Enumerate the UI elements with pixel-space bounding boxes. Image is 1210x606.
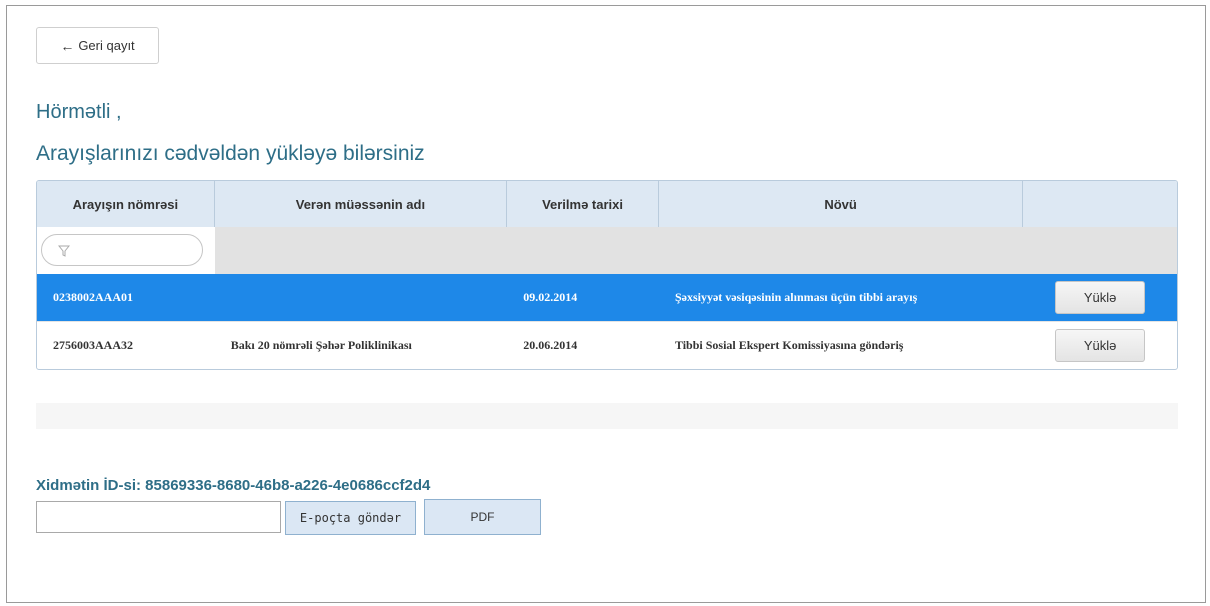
greeting-title: Hörmətli , bbox=[36, 101, 122, 123]
cell-action: Yüklə bbox=[1023, 322, 1177, 368]
table-header: Arayışın nömrəsi Verən müəssənin adı Ver… bbox=[37, 181, 1177, 227]
column-header-type[interactable]: Növü bbox=[659, 181, 1024, 227]
number-filter-input[interactable] bbox=[41, 234, 203, 266]
service-id-label: Xidmətin İD-si: 85869336-8680-46b8-a226-… bbox=[36, 477, 431, 494]
download-button[interactable]: Yüklə bbox=[1055, 328, 1146, 362]
table-row[interactable]: 0238002AAA01 09.02.2014 Şəxsiyyət vəsiqə… bbox=[37, 274, 1177, 321]
table-row[interactable]: 2756003AAA32 Bakı 20 nömrəli Şəhər Polik… bbox=[37, 321, 1177, 368]
documents-table: Arayışın nömrəsi Verən müəssənin adı Ver… bbox=[36, 180, 1178, 370]
cell-number: 2756003AAA32 bbox=[53, 337, 133, 352]
cell-date: 09.02.2014 bbox=[523, 290, 578, 304]
column-header-issuer[interactable]: Verən müəssənin adı bbox=[215, 181, 508, 227]
cell-action: Yüklə bbox=[1023, 274, 1177, 321]
table-pager bbox=[36, 403, 1178, 429]
email-input[interactable] bbox=[36, 501, 281, 533]
page-subtitle: Arayışlarınızı cədvəldən yükləyə bilərsi… bbox=[36, 142, 425, 165]
send-email-button[interactable]: E-poçta göndər bbox=[285, 501, 416, 535]
cell-number: 0238002AAA01 bbox=[53, 290, 133, 304]
cell-type: Şəxsiyyət vəsiqəsinin alınması üçün tibb… bbox=[674, 290, 918, 304]
download-button[interactable]: Yüklə bbox=[1055, 281, 1146, 314]
back-button-label: Geri qayıt bbox=[78, 38, 135, 53]
filter-cell bbox=[37, 227, 215, 274]
filter-icon bbox=[58, 245, 70, 257]
pdf-button[interactable]: PDF bbox=[424, 499, 541, 535]
cell-type: Tibbi Sosial Ekspert Komissiyasına göndə… bbox=[674, 337, 904, 352]
column-header-action bbox=[1023, 181, 1177, 227]
cell-issuer: Bakı 20 nömrəli Şəhər Poliklinikası bbox=[230, 337, 412, 352]
arrow-left-icon: ← bbox=[60, 37, 75, 54]
filter-row bbox=[37, 227, 1177, 274]
column-header-number[interactable]: Arayışın nömrəsi bbox=[37, 181, 215, 227]
back-button[interactable]: ← Geri qayıt bbox=[36, 27, 159, 64]
cell-issuer bbox=[215, 274, 507, 321]
column-header-date[interactable]: Verilmə tarixi bbox=[507, 181, 659, 227]
cell-date: 20.06.2014 bbox=[523, 337, 578, 352]
